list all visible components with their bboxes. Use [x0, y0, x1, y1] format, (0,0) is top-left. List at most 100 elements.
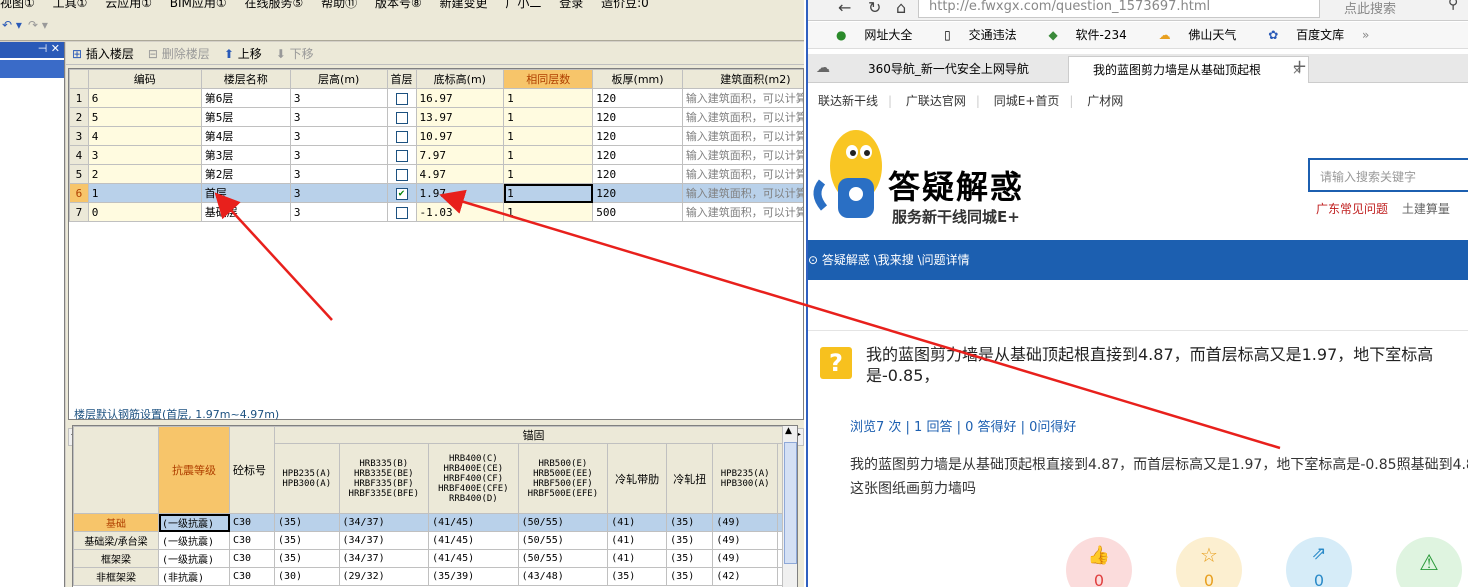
pin-icon[interactable]: ⊣ [38, 42, 48, 55]
rebar-cell[interactable]: (43/48) [517, 567, 609, 586]
vertical-scrollbar[interactable]: ▲ [782, 426, 797, 587]
cell-slab[interactable]: 120 [592, 183, 683, 203]
cell-same[interactable]: 1 [503, 88, 594, 108]
first-floor-checkbox[interactable] [395, 168, 408, 181]
nav-link-3[interactable]: 同城E+首页 [994, 92, 1060, 109]
cell-same[interactable]: 1 [503, 145, 594, 165]
menu-online[interactable]: 在线服务⑤ [245, 0, 304, 11]
cell-code[interactable]: 2 [87, 164, 202, 184]
rebar-cell[interactable]: (41) [607, 531, 668, 550]
cell-code[interactable]: 0 [87, 202, 202, 222]
first-floor-checkbox[interactable] [395, 130, 408, 143]
first-floor-checkbox[interactable] [395, 149, 408, 162]
nav-link-1[interactable]: 联达新干线 [818, 92, 878, 109]
nav-link-2[interactable]: 广联达官网 [906, 92, 966, 109]
cell-slab[interactable]: 120 [592, 164, 683, 184]
redo-icon[interactable]: ↷ ▾ [28, 18, 48, 32]
nav-link-4[interactable]: 广材网 [1087, 92, 1123, 109]
bookmark-5[interactable]: ✿ 百度文库 [1254, 22, 1344, 48]
col-header-code[interactable]: 编码 [87, 69, 202, 89]
col-header-anchor-7[interactable]: HPB235(A) HPB300(A) [712, 443, 778, 514]
link-guangdong[interactable]: 广东常见问题 [1316, 202, 1388, 216]
cell-name[interactable]: 第4层 [200, 126, 291, 146]
cell-slab[interactable]: 120 [592, 145, 683, 165]
table-row[interactable]: 框架梁 (一级抗震) C30 (35) (34/37) (41/45) (50/55) (41… [73, 549, 794, 568]
rebar-cell[interactable]: (41) [607, 513, 668, 532]
table-row[interactable]: 4 3 第3层 3 7.97 1 120 输入建筑面积，可以计算 [69, 145, 803, 165]
cell-name[interactable]: 第3层 [200, 145, 291, 165]
cell-area[interactable]: 输入建筑面积，可以计算 [681, 164, 803, 184]
rebar-cell[interactable]: (42) [712, 567, 778, 586]
cell-code[interactable]: 5 [87, 107, 202, 127]
row-number[interactable]: 4 [69, 145, 89, 165]
rebar-cell[interactable]: (50/55) [517, 549, 609, 568]
cell-height[interactable]: 3 [289, 183, 388, 203]
cell-area[interactable]: 输入建筑面积，可以计算 [681, 183, 803, 203]
cell-area[interactable]: 输入建筑面积，可以计算 [681, 126, 803, 146]
cell-code[interactable]: 6 [87, 88, 202, 108]
cell-same[interactable]: 1 [503, 107, 594, 127]
rebar-cell[interactable]: C30 [229, 531, 275, 550]
cell-same[interactable]: 1 [503, 183, 594, 203]
scroll-up-icon[interactable]: ▲ [785, 426, 792, 436]
rebar-cell[interactable]: (35) [666, 513, 714, 532]
col-header-anchor-6[interactable]: 冷轧扭 [666, 443, 714, 514]
cell-base[interactable]: 13.97 [415, 107, 505, 127]
row-number[interactable]: 5 [69, 164, 89, 184]
rebar-cell[interactable]: (35/39) [428, 567, 519, 586]
cell-slab[interactable]: 500 [592, 202, 683, 222]
menu-bim[interactable]: BIM应用① [170, 0, 227, 11]
rebar-cell[interactable]: (35) [274, 513, 340, 532]
cell-name[interactable]: 基础层 [200, 202, 291, 222]
row-number[interactable]: 2 [69, 107, 89, 127]
link-civil[interactable]: 土建算量 [1402, 202, 1450, 216]
cell-name[interactable]: 第6层 [200, 88, 291, 108]
cell-area[interactable]: 输入建筑面积，可以计算 [681, 107, 803, 127]
cell-area[interactable]: 输入建筑面积，可以计算 [681, 145, 803, 165]
rebar-cell[interactable]: (30) [274, 567, 340, 586]
rebar-cell[interactable]: (49) [712, 549, 778, 568]
col-header-anchor-5[interactable]: 冷轧带肋 [607, 443, 668, 514]
more-bookmarks-icon[interactable]: » [1362, 22, 1369, 48]
cell-area[interactable]: 输入建筑面积，可以计算 [681, 88, 803, 108]
cell-same[interactable]: 1 [503, 164, 594, 184]
menu-login[interactable]: 登录 [559, 0, 583, 11]
menu-user[interactable]: 广小二 [505, 0, 541, 11]
col-header-name[interactable]: 楼层名称 [200, 69, 291, 89]
bookmark-1[interactable]: ● 网址大全 [822, 22, 912, 48]
rebar-cell[interactable]: (41) [607, 549, 668, 568]
rebar-cell[interactable]: (非抗震) [158, 567, 230, 586]
table-row[interactable]: 基础 (一级抗震) C30 (35) (34/37) (41/45) (50/55) (41)… [73, 513, 794, 532]
cell-first[interactable] [386, 126, 417, 146]
col-header-seismic[interactable]: 抗震等级 [158, 426, 230, 514]
table-row[interactable]: 5 2 第2层 3 4.97 1 120 输入建筑面积，可以计算 [69, 164, 803, 184]
cell-code[interactable]: 4 [87, 126, 202, 146]
rebar-cell[interactable]: (50/55) [517, 513, 609, 532]
cell-first[interactable]: ✔ [386, 183, 417, 203]
menu-help[interactable]: 帮助⑪ [321, 0, 357, 11]
back-icon[interactable]: ← [838, 0, 851, 17]
vertical-scroll-thumb[interactable] [784, 442, 797, 564]
cell-first[interactable] [386, 202, 417, 222]
menu-new-change[interactable]: 新建变更 [440, 0, 488, 11]
rebar-cell[interactable]: (29/32) [338, 567, 430, 586]
report-button[interactable]: ⚠ [1396, 537, 1462, 587]
rebar-cell[interactable]: (一级抗震) [158, 513, 230, 532]
menu-cloud[interactable]: 云应用① [105, 0, 152, 11]
cell-first[interactable] [386, 88, 417, 108]
menu-beans[interactable]: 造价豆:0 [601, 0, 649, 11]
cell-height[interactable]: 3 [289, 145, 388, 165]
rebar-cell[interactable]: (41/45) [428, 513, 519, 532]
rebar-cell[interactable]: (35) [607, 567, 668, 586]
rebar-cell[interactable]: (34/37) [338, 531, 430, 550]
col-header-first[interactable]: 首层 [386, 69, 417, 89]
rebar-row-label[interactable]: 非框架梁 [73, 567, 159, 586]
like-button[interactable]: 👍 0 [1066, 537, 1132, 587]
home-icon[interactable]: ⌂ [896, 0, 906, 17]
table-row[interactable]: 2 5 第5层 3 13.97 1 120 输入建筑面积，可以计算 [69, 107, 803, 127]
rebar-cell[interactable]: (34/37) [338, 513, 430, 532]
tab-question[interactable]: 我的蓝图剪力墙是从基础顶起根 × [1068, 56, 1309, 83]
cell-base[interactable]: 1.97 [415, 183, 505, 203]
favorite-button[interactable]: ☆ 0 [1176, 537, 1242, 587]
row-number[interactable]: 6 [69, 183, 89, 203]
